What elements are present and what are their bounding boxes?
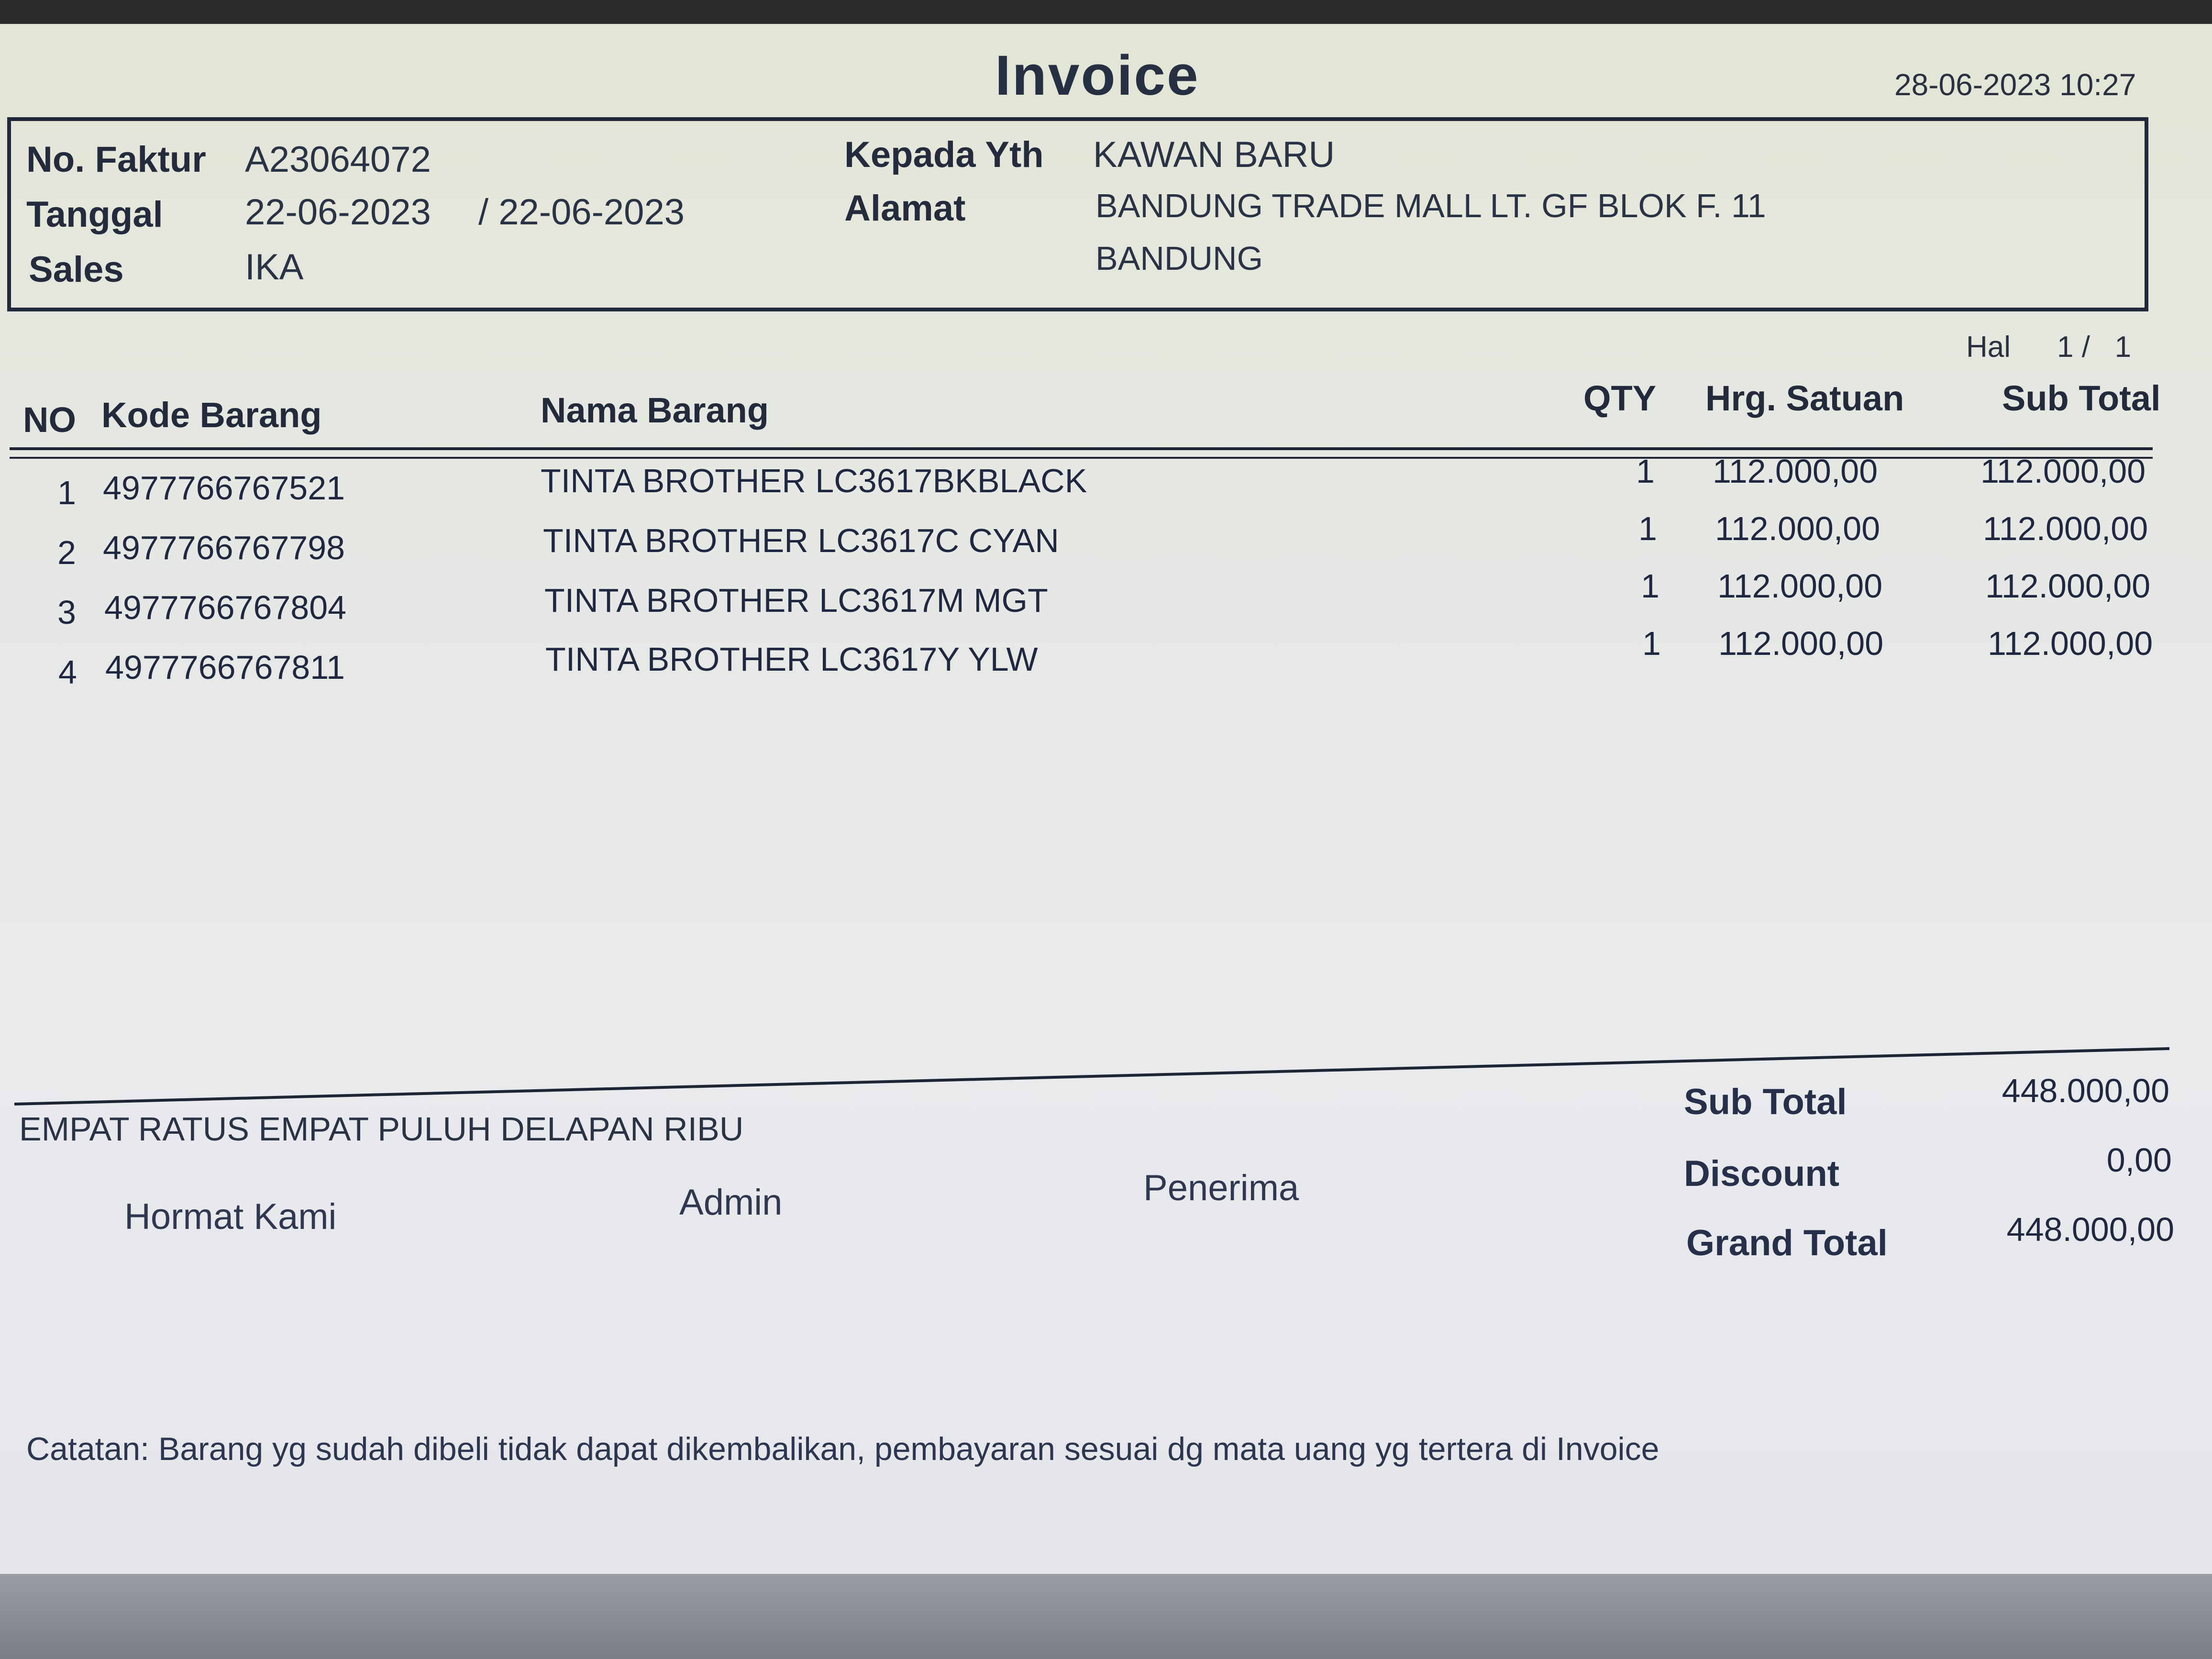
row-harga: 112.000,00 [1715, 510, 1880, 547]
row-subtotal: 112.000,00 [1983, 510, 2148, 547]
alamat-line-2: BANDUNG [1095, 240, 1263, 277]
col-nama-header: Nama Barang [541, 390, 769, 430]
row-subtotal: 112.000,00 [1980, 453, 2146, 490]
col-subtotal-header: Sub Total [2002, 378, 2161, 418]
row-kode: 4977766767804 [104, 589, 347, 626]
invoice-title: Invoice [995, 44, 1200, 107]
catatan-note: Catatan: Barang yg sudah dibeli tidak da… [26, 1431, 1659, 1467]
row-nama: TINTA BROTHER LC3617Y YLW [545, 641, 1038, 678]
col-qty-header: QTY [1583, 378, 1657, 418]
tanggal-value: 22-06-2023 [245, 192, 431, 232]
amount-in-words: EMPAT RATUS EMPAT PULUH DELAPAN RIBU [19, 1110, 744, 1148]
row-kode: 4977766767798 [103, 529, 345, 566]
hormat-kami-label: Hormat Kami [124, 1196, 337, 1237]
sales-value: IKA [245, 247, 304, 288]
sales-label: Sales [29, 249, 124, 290]
table-header-rule [10, 447, 2153, 450]
row-qty: 1 [1636, 453, 1655, 490]
row-kode: 4977766767521 [103, 469, 345, 507]
row-no: 1 [57, 474, 76, 511]
page-number: 1 / 1 [2057, 331, 2132, 364]
subtotal-value: 448.000,00 [2002, 1072, 2169, 1109]
row-subtotal: 112.000,00 [1985, 567, 2151, 605]
admin-label: Admin [679, 1182, 783, 1223]
monitor-bezel [0, 1574, 2212, 1659]
discount-label: Discount [1684, 1153, 1840, 1194]
row-harga: 112.000,00 [1718, 625, 1884, 662]
kepada-value: KAWAN BARU [1093, 134, 1335, 175]
row-no: 4 [58, 653, 77, 691]
row-nama: TINTA BROTHER LC3617M MGT [544, 582, 1048, 619]
penerima-label: Penerima [1143, 1168, 1299, 1208]
row-kode: 4977766767811 [105, 649, 345, 686]
kepada-label: Kepada Yth [844, 134, 1044, 175]
no-faktur-value: A23064072 [245, 139, 431, 180]
row-nama: TINTA BROTHER LC3617C CYAN [543, 522, 1059, 559]
no-faktur-label: No. Faktur [26, 139, 206, 180]
row-qty: 1 [1638, 510, 1657, 547]
row-qty: 1 [1642, 625, 1661, 662]
row-no: 2 [57, 534, 76, 571]
grand-total-value: 448.000,00 [2006, 1211, 2174, 1248]
printed-datetime: 28-06-2023 10:27 [1894, 67, 2136, 102]
row-harga: 112.000,00 [1717, 567, 1883, 605]
subtotal-label: Sub Total [1684, 1082, 1847, 1122]
row-qty: 1 [1641, 567, 1659, 605]
tanggal-label: Tanggal [26, 194, 163, 235]
row-no: 3 [57, 594, 76, 631]
tanggal-value-2: / 22-06-2023 [478, 192, 685, 232]
row-harga: 112.000,00 [1713, 453, 1878, 490]
col-no-header: NO [23, 400, 76, 440]
discount-value: 0,00 [2106, 1141, 2172, 1179]
row-subtotal: 112.000,00 [1988, 625, 2153, 662]
alamat-label: Alamat [844, 188, 966, 229]
alamat-line-1: BANDUNG TRADE MALL LT. GF BLOK F. 11 [1095, 187, 1766, 224]
col-kode-header: Kode Barang [101, 395, 322, 435]
col-harga-header: Hrg. Satuan [1705, 378, 1904, 418]
page-label: Hal [1966, 331, 2011, 364]
row-nama: TINTA BROTHER LC3617BKBLACK [541, 462, 1087, 499]
